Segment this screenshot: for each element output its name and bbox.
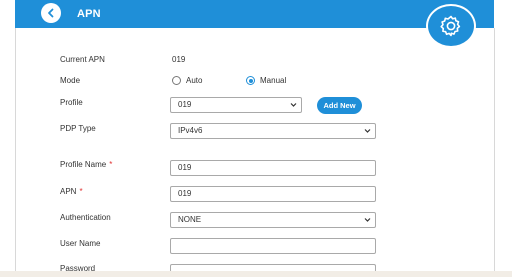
pdp-type-label: PDP Type bbox=[60, 124, 96, 133]
authentication-select[interactable]: NONE bbox=[170, 212, 376, 228]
profile-name-label-text: Profile Name bbox=[60, 160, 107, 169]
apn-label-text: APN bbox=[60, 187, 77, 196]
bottom-strip bbox=[0, 271, 512, 277]
profile-select[interactable]: 019 bbox=[170, 97, 302, 113]
current-apn-value: 019 bbox=[172, 55, 186, 64]
panel-right-border bbox=[494, 28, 495, 277]
mode-auto-radio[interactable]: Auto bbox=[172, 76, 202, 85]
back-button[interactable] bbox=[41, 3, 61, 23]
user-name-label: User Name bbox=[60, 239, 101, 248]
header-bar: APN bbox=[15, 0, 494, 28]
mode-label: Mode bbox=[60, 76, 81, 85]
pdp-type-selected-value: IPv4v6 bbox=[178, 126, 203, 135]
profile-name-label: Profile Name * bbox=[60, 160, 112, 169]
settings-button[interactable] bbox=[426, 4, 476, 48]
required-mark: * bbox=[109, 160, 113, 169]
add-new-button[interactable]: Add New bbox=[317, 97, 362, 114]
chevron-down-icon bbox=[290, 103, 297, 107]
page-title: APN bbox=[77, 8, 101, 20]
mode-manual-label: Manual bbox=[260, 76, 287, 85]
profile-label: Profile bbox=[60, 98, 83, 107]
authentication-label: Authentication bbox=[60, 213, 111, 222]
radio-circle-selected bbox=[246, 76, 255, 85]
chevron-down-icon bbox=[364, 129, 371, 133]
apn-input[interactable]: 019 bbox=[170, 186, 376, 202]
chevron-down-icon bbox=[364, 218, 371, 222]
authentication-selected-value: NONE bbox=[178, 215, 202, 224]
profile-name-input[interactable]: 019 bbox=[170, 160, 376, 176]
panel-left-border bbox=[15, 28, 16, 277]
radio-circle bbox=[172, 76, 181, 85]
pdp-type-select[interactable]: IPv4v6 bbox=[170, 123, 376, 139]
gear-icon bbox=[440, 15, 461, 37]
mode-manual-radio[interactable]: Manual bbox=[246, 76, 286, 85]
mode-auto-label: Auto bbox=[186, 76, 203, 85]
apn-label: APN * bbox=[60, 187, 83, 196]
required-mark: * bbox=[79, 187, 83, 196]
profile-selected-value: 019 bbox=[178, 100, 192, 109]
user-name-input[interactable] bbox=[170, 238, 376, 254]
chevron-left-icon bbox=[48, 8, 54, 18]
current-apn-label: Current APN bbox=[60, 55, 105, 64]
